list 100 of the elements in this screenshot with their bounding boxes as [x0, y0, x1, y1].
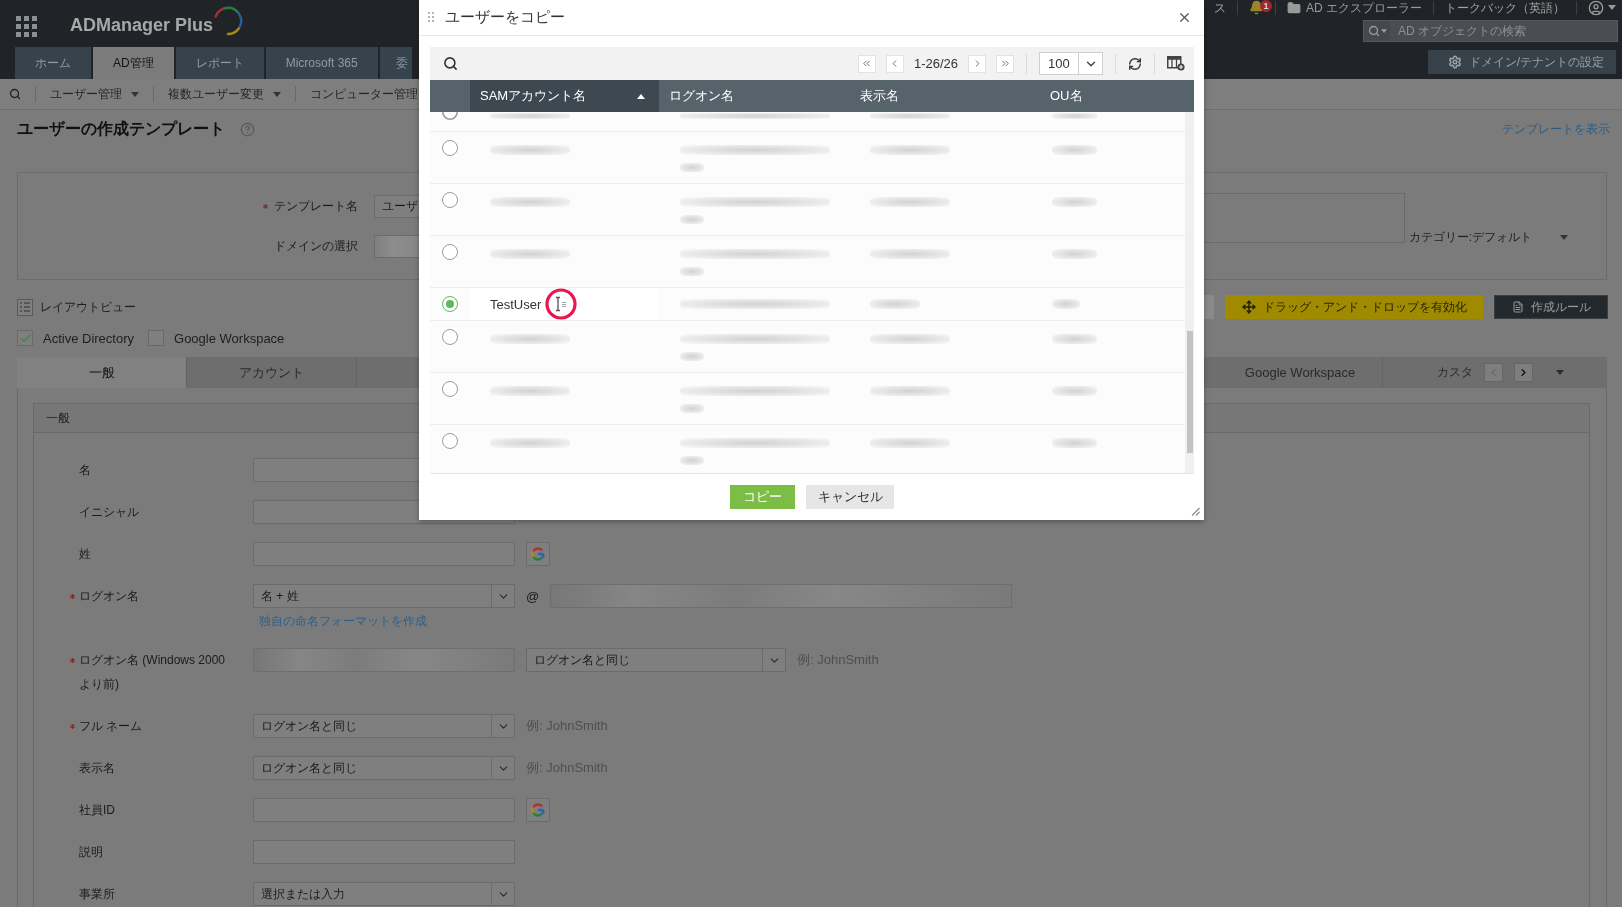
menu-item[interactable]: ユーザー管理	[50, 85, 139, 103]
nav-tab[interactable]: AD管理	[93, 47, 174, 79]
checkbox[interactable]	[17, 330, 33, 346]
creation-rules-button[interactable]: 作成ルール	[1494, 295, 1608, 319]
cancel-button[interactable]: キャンセル	[806, 485, 894, 509]
dropdown-field[interactable]: ログオン名と同じ	[253, 756, 515, 780]
column-header[interactable]: OU名	[1050, 87, 1083, 105]
nav-tab[interactable]: レポート	[175, 47, 264, 79]
refresh-icon[interactable]	[1128, 56, 1142, 71]
redacted-text	[1052, 334, 1097, 344]
gear-icon	[1447, 55, 1462, 69]
caret-down-icon	[273, 91, 281, 97]
field-label: イニシャル	[79, 504, 139, 521]
user-icon	[1588, 0, 1604, 16]
redacted-text	[680, 215, 704, 224]
dialog-title: ユーザーをコピー	[445, 8, 565, 27]
radio-button[interactable]	[442, 244, 458, 260]
previous-page-button[interactable]	[885, 54, 904, 73]
nav-tab[interactable]: ホーム	[15, 47, 91, 79]
first-page-button[interactable]	[857, 54, 876, 73]
radio-button[interactable]	[442, 112, 458, 120]
radio-button[interactable]	[442, 140, 458, 156]
menu-item[interactable]: コンピューター管理	[310, 85, 418, 103]
dropdown-field[interactable]: 選択または入力	[253, 882, 515, 906]
radio-button[interactable]	[442, 192, 458, 208]
scrollbar[interactable]	[1185, 112, 1194, 473]
dropdown-field[interactable]: ログオン名と同じ	[526, 648, 786, 672]
sort-ascending-icon[interactable]	[637, 93, 645, 99]
scroll-right-button[interactable]	[1514, 363, 1533, 382]
redacted-text	[680, 267, 704, 276]
text-field[interactable]: ユーザ	[374, 195, 419, 218]
double-chevron-right-icon	[999, 58, 1011, 69]
radio-button[interactable]	[442, 296, 458, 312]
field-label: ドメインの選択	[274, 238, 358, 255]
header-link[interactable]: トークバック（英語）	[1445, 0, 1565, 15]
redacted-text	[1052, 197, 1097, 207]
field-label: フル ネーム	[79, 718, 143, 735]
help-icon[interactable]	[240, 121, 255, 137]
move-arrows-icon	[1242, 300, 1256, 314]
redacted-text	[1052, 438, 1097, 448]
radio-button[interactable]	[442, 329, 458, 345]
search-icon[interactable]	[443, 56, 458, 71]
menu-item[interactable]: 複数ユーザー変更	[168, 85, 281, 103]
search-input[interactable]: AD オブジェクトの検索	[1390, 21, 1617, 41]
g-logo-icon[interactable]	[526, 798, 550, 822]
drag-drop-button[interactable]: ドラッグ・アンド・ドロップを有効化	[1225, 295, 1483, 319]
nav-tab[interactable]: 委	[379, 47, 412, 79]
next-page-button[interactable]	[968, 54, 986, 73]
field-label: 名	[79, 462, 91, 479]
account-menu-button[interactable]	[1588, 0, 1616, 16]
field-label: 姓	[79, 546, 91, 563]
required-asterisk-icon	[70, 593, 75, 599]
page-size-select[interactable]: 100	[1039, 52, 1103, 75]
redacted-text	[1052, 145, 1097, 155]
g-logo-icon[interactable]	[526, 542, 550, 566]
app-grid-icon[interactable]	[16, 16, 37, 37]
page-title: ユーザーの作成テンプレート	[17, 118, 225, 139]
caret-down-icon	[1560, 235, 1568, 240]
category-dropdown[interactable]: カテゴリー:デフォルト	[1408, 229, 1568, 246]
domain-settings-button[interactable]: ドメイン/テナントの設定	[1427, 50, 1616, 74]
required-asterisk-icon	[263, 204, 268, 209]
radio-button[interactable]	[442, 433, 458, 449]
field-label: ログオン名 (Windows 2000 より前)	[79, 652, 227, 693]
tab[interactable]: カスタ	[1437, 364, 1473, 381]
column-settings-icon[interactable]	[1167, 56, 1185, 71]
bell-icon[interactable]	[1249, 0, 1264, 15]
checkbox-label: Google Workspace	[174, 330, 285, 346]
caret-down-icon	[1608, 5, 1616, 10]
ad-explorer-link[interactable]: AD エクスプローラー	[1287, 0, 1422, 15]
layout-list-icon[interactable]	[17, 298, 33, 316]
section-title: 一般	[46, 409, 70, 427]
dropdown-field[interactable]: ログオン名と同じ	[253, 714, 515, 738]
field-label: ログオン名	[79, 588, 139, 605]
redacted-text	[680, 404, 704, 413]
redacted-text	[1052, 386, 1097, 396]
required-asterisk-icon	[70, 723, 75, 729]
layout-view-label: レイアウトビュー	[40, 298, 136, 316]
page-range-text: 1-26/26	[913, 56, 958, 71]
tab[interactable]: 一般	[17, 357, 187, 388]
scroll-left-button[interactable]	[1484, 363, 1503, 382]
close-icon[interactable]	[1177, 10, 1192, 25]
copy-button[interactable]: コピー	[730, 485, 795, 509]
header-link[interactable]: ス	[1214, 0, 1226, 15]
cursor-ring-icon	[545, 288, 578, 320]
column-header[interactable]: ログオン名	[669, 87, 734, 105]
app-logo-text: ADManager Plus	[70, 14, 214, 36]
drag-handle-icon[interactable]	[428, 11, 434, 24]
nav-tab[interactable]: Microsoft 365	[265, 47, 378, 79]
redacted-text	[680, 456, 704, 465]
redacted-text	[680, 352, 704, 361]
search-field[interactable]: AD オブジェクトの検索	[1363, 20, 1618, 42]
radio-button[interactable]	[442, 381, 458, 397]
last-page-button[interactable]	[996, 54, 1014, 73]
column-header[interactable]: 表示名	[860, 87, 899, 105]
caret-down-icon[interactable]	[1556, 370, 1564, 375]
redacted-text	[870, 299, 920, 309]
resize-handle-icon[interactable]	[1191, 507, 1200, 516]
redacted-field	[374, 235, 419, 258]
dropdown-field[interactable]: 名 + 姓	[253, 584, 515, 608]
redacted-text	[680, 163, 704, 172]
